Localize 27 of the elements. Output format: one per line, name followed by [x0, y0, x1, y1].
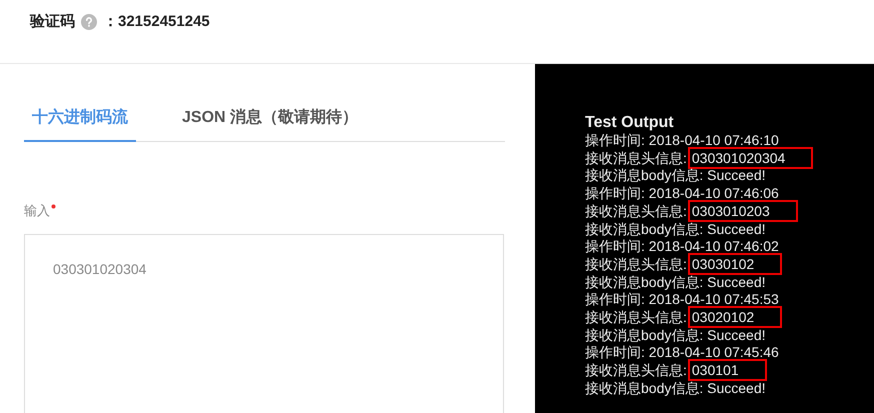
- help-icon[interactable]: [81, 14, 97, 30]
- verification-code: ：32152451245: [103, 12, 210, 31]
- output-line: 操作时间: 2018-04-10 07:45:46: [585, 344, 779, 360]
- output-line: 操作时间: 2018-04-10 07:46:06: [585, 185, 779, 202]
- output-line: 操作时间: 2018-04-10 07:46:02: [585, 238, 779, 254]
- tab[interactable]: JSON 消息（敬请期待）: [174, 102, 366, 142]
- output-line: 接收消息头信息:: [585, 309, 687, 326]
- highlighted-value: 03030102: [688, 252, 782, 275]
- field-label: 验证码: [30, 12, 75, 31]
- output-line: 接收消息body信息: Succeed!: [585, 167, 766, 184]
- output-line: 接收消息body信息: Succeed!: [585, 220, 766, 237]
- output-line: 接收消息头信息:: [585, 362, 687, 378]
- output-line: 接收消息body信息: Succeed!: [585, 380, 766, 396]
- input-field[interactable]: 030301020304: [24, 234, 504, 413]
- highlighted-value: 030301020304: [688, 146, 814, 169]
- input-label: 输入: [24, 202, 50, 220]
- output-line: 接收消息body信息: Succeed!: [585, 274, 766, 290]
- output-line: 操作时间: 2018-04-10 07:46:10: [585, 132, 779, 148]
- output-line: 接收消息body信息: Succeed!: [585, 326, 766, 343]
- output-line: 接收消息头信息:: [585, 202, 687, 219]
- output-line: 接收消息头信息:: [585, 150, 687, 166]
- output-line: 接收消息头信息:: [585, 256, 687, 272]
- output-title: Test Output: [585, 114, 675, 132]
- highlighted-value: 030101: [688, 359, 767, 382]
- output-line: 操作时间: 2018-04-10 07:45:53: [585, 291, 779, 308]
- highlighted-value: 0303010203: [688, 200, 798, 222]
- highlighted-value: 03020102: [688, 306, 782, 328]
